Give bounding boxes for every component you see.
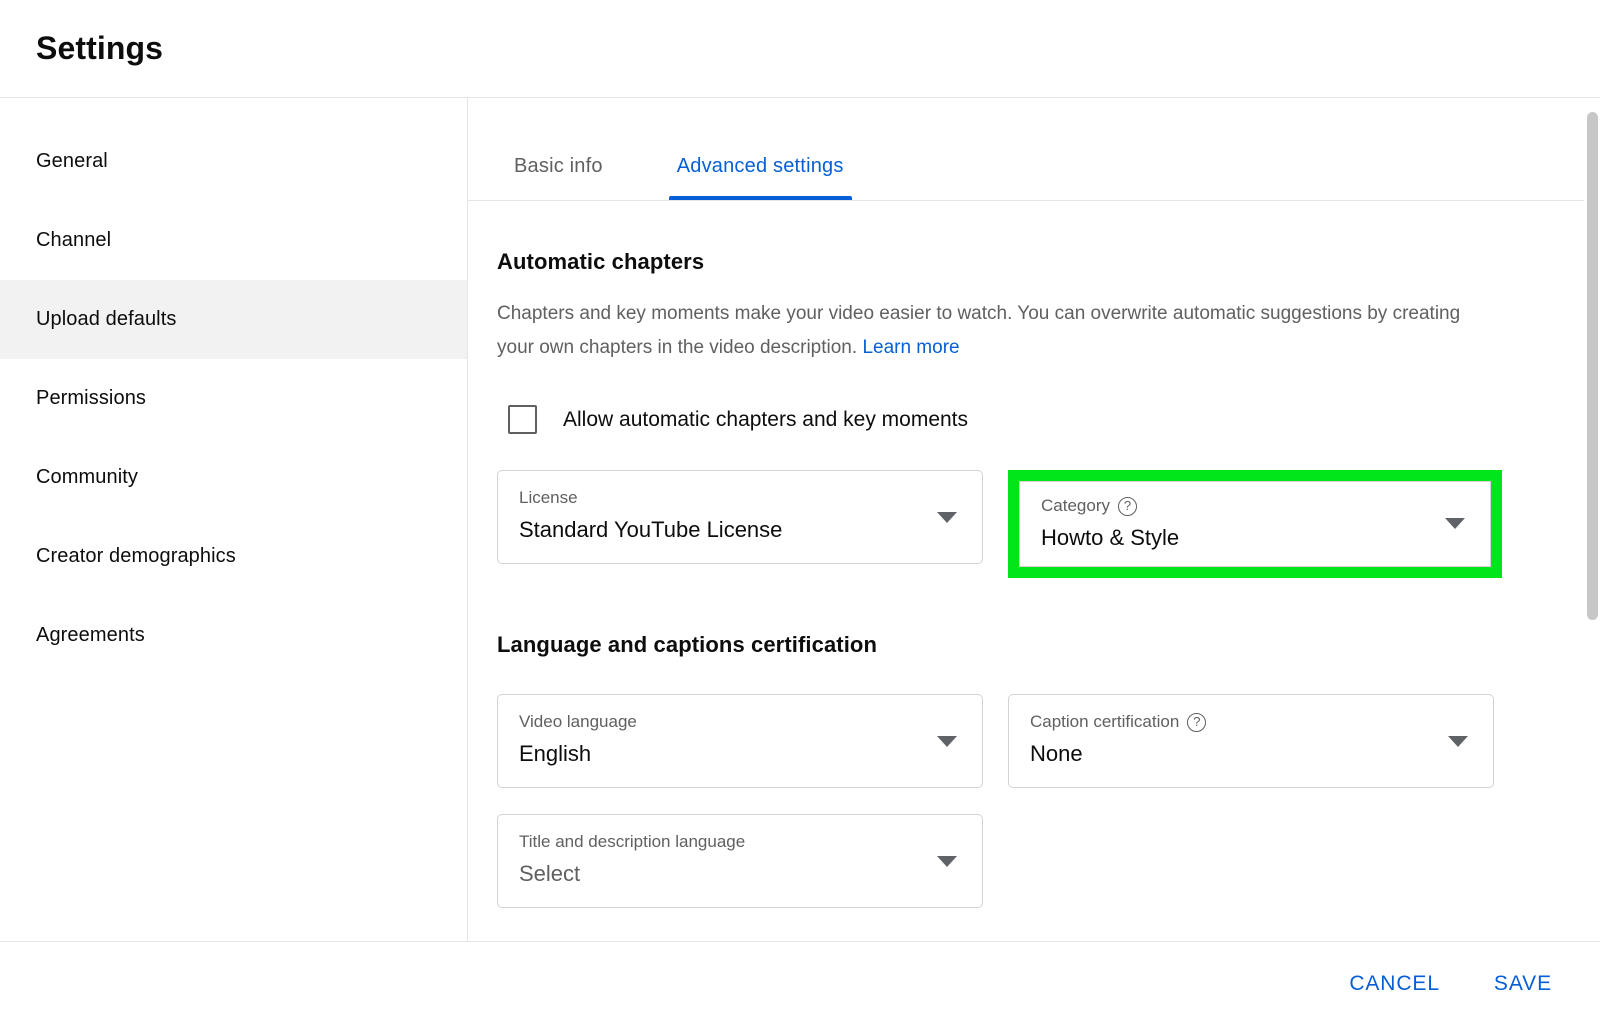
page-title: Settings [36, 30, 164, 66]
title-description-language-row: Title and description language Select [497, 814, 1600, 908]
category-label-text: Category [1041, 496, 1110, 515]
video-language-value: English [519, 741, 592, 766]
settings-scroll-area[interactable]: Automatic chapters Chapters and key mome… [468, 201, 1600, 941]
allow-chapters-row: Allow automatic chapters and key moments [497, 405, 1600, 434]
title-description-language-dropdown[interactable]: Title and description language Select [497, 814, 983, 908]
sidebar-item-label: Permissions [36, 387, 147, 409]
chevron-down-icon[interactable] [1448, 736, 1468, 747]
tab-label: Advanced settings [676, 155, 844, 177]
sidebar-item-community[interactable]: Community [0, 438, 467, 517]
content-scrollbar-thumb[interactable] [1587, 112, 1598, 620]
allow-automatic-chapters-checkbox[interactable] [508, 405, 537, 434]
learn-more-link[interactable]: Learn more [862, 337, 959, 358]
sidebar-item-upload-defaults[interactable]: Upload defaults [0, 280, 467, 359]
video-language-label: Video language [519, 711, 982, 733]
sidebar-item-general[interactable]: General [0, 122, 467, 201]
title-description-language-label: Title and description language [519, 831, 982, 853]
category-dropdown-value: Howto & Style [1041, 525, 1180, 550]
tab-basic-info[interactable]: Basic info [510, 155, 607, 200]
chevron-down-icon[interactable] [937, 736, 957, 747]
sidebar-item-agreements[interactable]: Agreements [0, 596, 467, 675]
license-dropdown[interactable]: License Standard YouTube License [497, 470, 983, 564]
help-circle-icon[interactable]: ? [1117, 496, 1137, 516]
chevron-down-icon[interactable] [937, 512, 957, 523]
cancel-button[interactable]: CANCEL [1331, 960, 1458, 1008]
language-captions-heading: Language and captions certification [497, 632, 878, 657]
dialog-header: Settings [0, 0, 1600, 98]
license-dropdown-value: Standard YouTube License [519, 517, 783, 542]
sidebar-item-label: Channel [36, 229, 112, 251]
automatic-chapters-description-text: Chapters and key moments make your video… [497, 303, 1461, 358]
caption-certification-dropdown[interactable]: Caption certification ? None [1008, 694, 1494, 788]
category-dropdown[interactable]: Category ? Howto & Style [1019, 481, 1491, 567]
tab-label: Basic info [514, 155, 603, 177]
settings-sidebar: General Channel Upload defaults Permissi… [0, 98, 468, 941]
tab-advanced-settings[interactable]: Advanced settings [668, 155, 852, 200]
sidebar-item-label: General [36, 150, 108, 172]
sidebar-item-label: Creator demographics [36, 545, 236, 567]
title-description-language-label-text: Title and description language [519, 832, 746, 851]
chevron-down-icon[interactable] [937, 856, 957, 867]
caption-certification-label-text: Caption certification [1030, 712, 1180, 731]
tab-bar: Basic info Advanced settings [468, 98, 1600, 201]
allow-automatic-chapters-label[interactable]: Allow automatic chapters and key moments [563, 408, 968, 432]
sidebar-item-channel[interactable]: Channel [0, 201, 467, 280]
dialog-body: General Channel Upload defaults Permissi… [0, 98, 1600, 941]
automatic-chapters-description: Chapters and key moments make your video… [497, 297, 1487, 365]
sidebar-item-label: Agreements [36, 624, 145, 646]
license-dropdown-label: License [519, 487, 982, 509]
title-description-language-value: Select [519, 861, 581, 886]
sidebar-item-permissions[interactable]: Permissions [0, 359, 467, 438]
sidebar-item-label: Community [36, 466, 139, 488]
license-category-row: License Standard YouTube License Categor… [497, 470, 1600, 578]
chevron-down-icon[interactable] [1445, 518, 1465, 529]
help-circle-icon[interactable]: ? [1187, 712, 1207, 732]
video-language-label-text: Video language [519, 712, 637, 731]
category-dropdown-label: Category ? [1041, 495, 1490, 517]
sidebar-item-creator-demographics[interactable]: Creator demographics [0, 517, 467, 596]
caption-certification-label: Caption certification ? [1030, 711, 1493, 733]
save-button[interactable]: SAVE [1476, 960, 1570, 1008]
automatic-chapters-heading: Automatic chapters [497, 249, 705, 274]
category-highlight-box: Category ? Howto & Style [1008, 470, 1502, 578]
sidebar-item-label: Upload defaults [36, 308, 177, 330]
license-label-text: License [519, 488, 578, 507]
language-caption-row: Video language English Caption certifica… [497, 694, 1600, 788]
caption-certification-value: None [1030, 741, 1083, 766]
dialog-footer: CANCEL SAVE [0, 941, 1600, 1026]
video-language-dropdown[interactable]: Video language English [497, 694, 983, 788]
settings-content-pane: Basic info Advanced settings Automatic c… [468, 98, 1600, 941]
content-scrollbar-track[interactable] [1584, 98, 1600, 941]
